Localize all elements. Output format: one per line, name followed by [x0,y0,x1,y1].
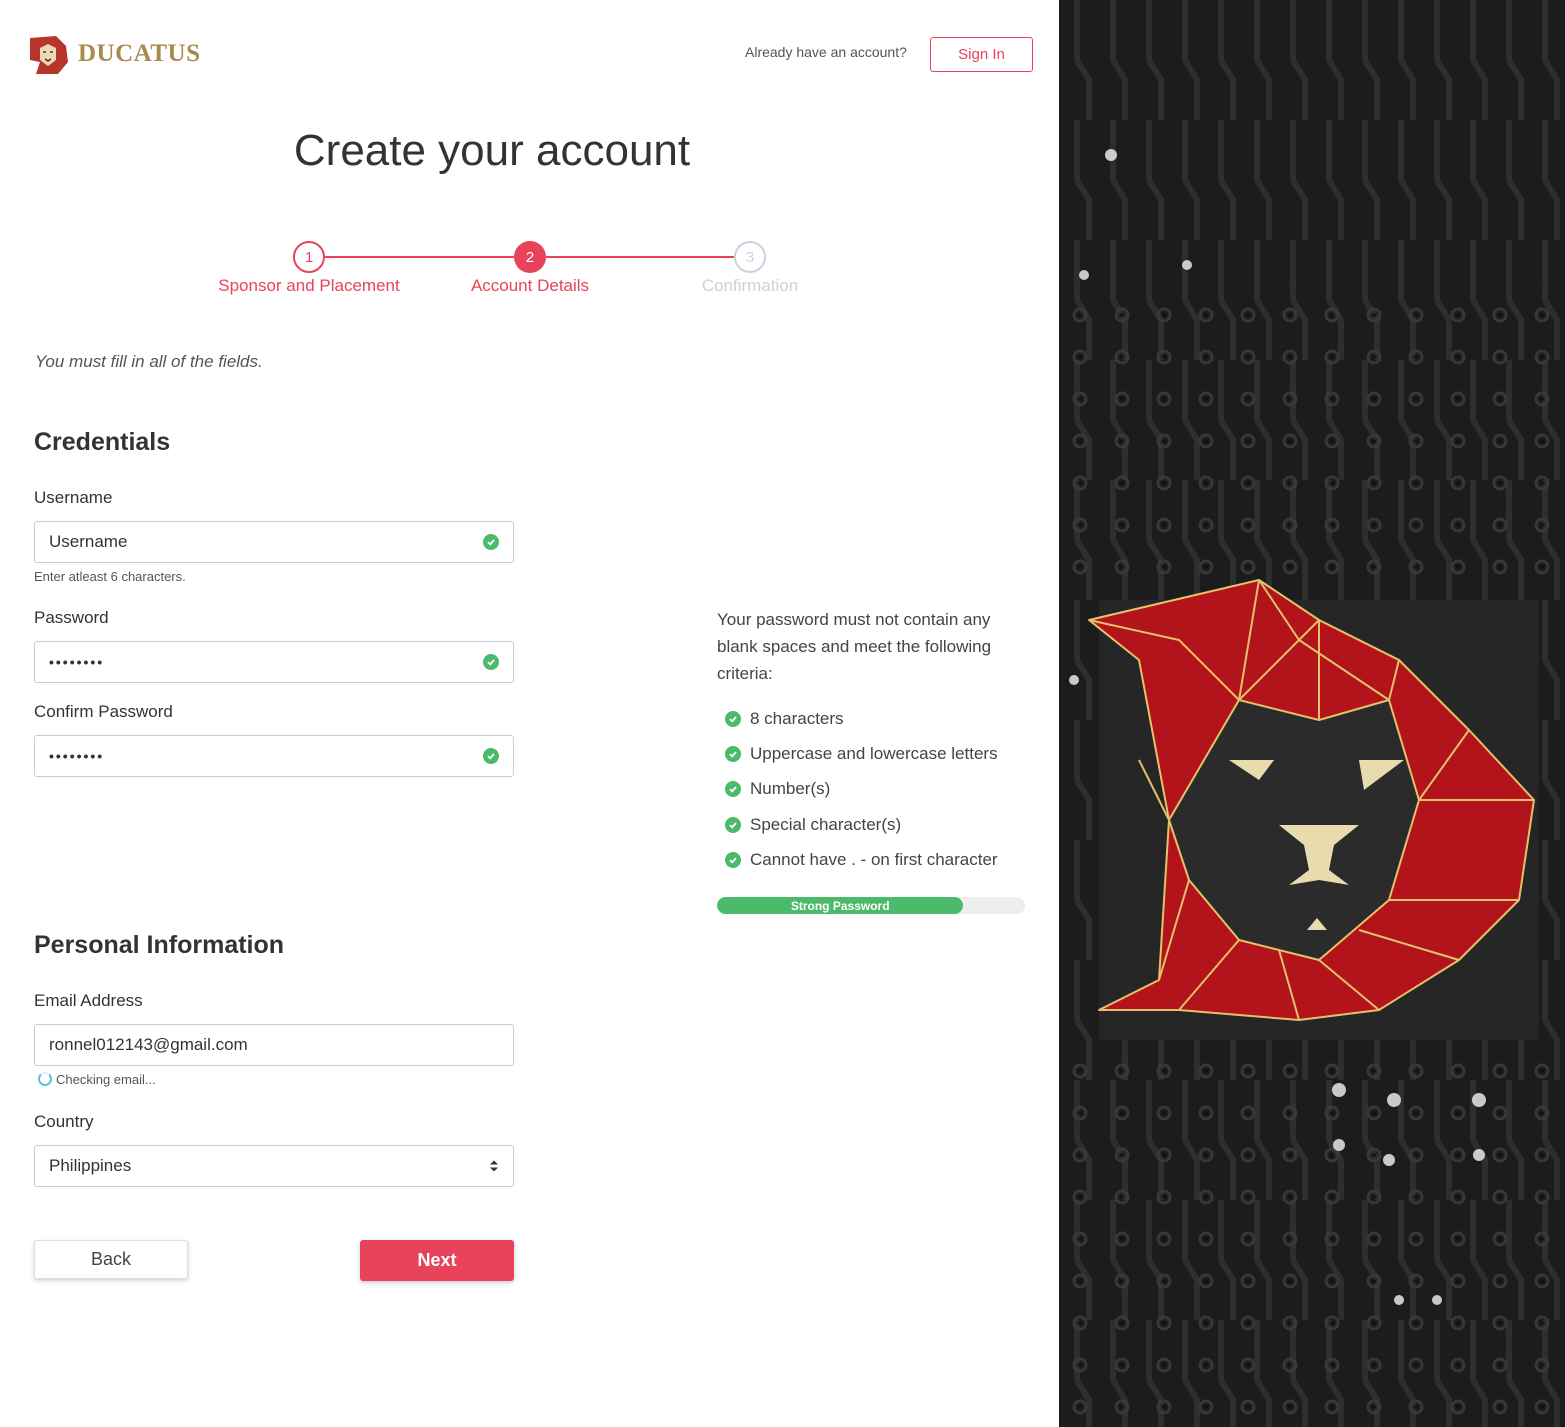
password-strength-fill: Strong Password [717,897,964,914]
step-2-label: Account Details [470,276,590,295]
email-status-text: Checking email... [56,1072,156,1087]
step-1-label[interactable]: Sponsor and Placement [199,276,419,296]
already-have-account-text: Already have an account? [745,44,907,60]
country-label: Country [34,1112,94,1131]
username-hint: Enter atleast 6 characters. [34,569,186,584]
email-label: Email Address [34,991,143,1010]
criteria-text: Uppercase and lowercase letters [750,744,998,763]
criteria-text: Cannot have . - on first character [750,850,998,869]
password-value: •••••••• [49,654,105,670]
password-strength-bar: Strong Password [717,897,1025,914]
credentials-heading: Credentials [34,428,171,456]
circuit-lion-illustration [1059,0,1565,1427]
criteria-check-icon [725,781,741,797]
criteria-text: Number(s) [750,779,831,798]
signup-panel: DUCATUS Already have an account? Sign In… [0,0,1059,1427]
step-3-label: Confirmation [701,276,799,295]
confirm-password-value: •••••••• [49,748,105,764]
password-input[interactable]: •••••••• [34,641,514,683]
password-label: Password [34,608,109,627]
username-label: Username [34,488,113,507]
step-connector-1 [325,256,514,258]
lion-logo-icon [30,36,68,74]
step-2-circle: 2 [514,241,546,273]
criteria-check-icon [725,852,741,868]
email-input[interactable]: ronnel012143@gmail.com [34,1024,514,1066]
criteria-text: Special character(s) [750,815,902,834]
criteria-item: Uppercase and lowercase letters [725,744,998,764]
valid-check-icon [483,534,499,550]
step-1-circle[interactable]: 1 [293,241,325,273]
back-button[interactable]: Back [34,1240,188,1279]
confirm-password-input[interactable]: •••••••• [34,735,514,777]
confirm-password-label: Confirm Password [34,702,173,721]
decorative-circuit-panel [1059,0,1565,1427]
criteria-check-icon [725,711,741,727]
step-3-circle: 3 [734,241,766,273]
email-value: ronnel012143@gmail.com [49,1035,248,1054]
criteria-item: Special character(s) [725,815,901,835]
criteria-item: Cannot have . - on first character [725,850,998,870]
country-select[interactable]: Philippines [34,1145,514,1187]
criteria-item: 8 characters [725,709,844,729]
valid-check-icon [483,748,499,764]
sign-in-button[interactable]: Sign In [930,37,1033,72]
required-fields-notice: You must fill in all of the fields. [35,352,263,371]
loading-spinner-icon [38,1072,52,1086]
username-input[interactable]: Username [34,521,514,563]
brand-name: DUCATUS [78,40,201,67]
username-value: Username [49,532,128,551]
ducatus-logo[interactable]: DUCATUS [26,32,201,76]
valid-check-icon [483,654,499,670]
next-button[interactable]: Next [360,1240,514,1281]
email-status: Checking email... [38,1072,156,1087]
select-arrows-icon [490,1160,498,1172]
page-title: Create your account [293,126,691,175]
criteria-check-icon [725,817,741,833]
password-criteria-intro: Your password must not contain any blank… [717,610,992,683]
country-value: Philippines [49,1156,132,1175]
criteria-text: 8 characters [750,709,844,728]
criteria-check-icon [725,746,741,762]
criteria-item: Number(s) [725,779,830,799]
personal-information-heading: Personal Information [34,931,285,959]
step-connector-2 [546,256,734,258]
